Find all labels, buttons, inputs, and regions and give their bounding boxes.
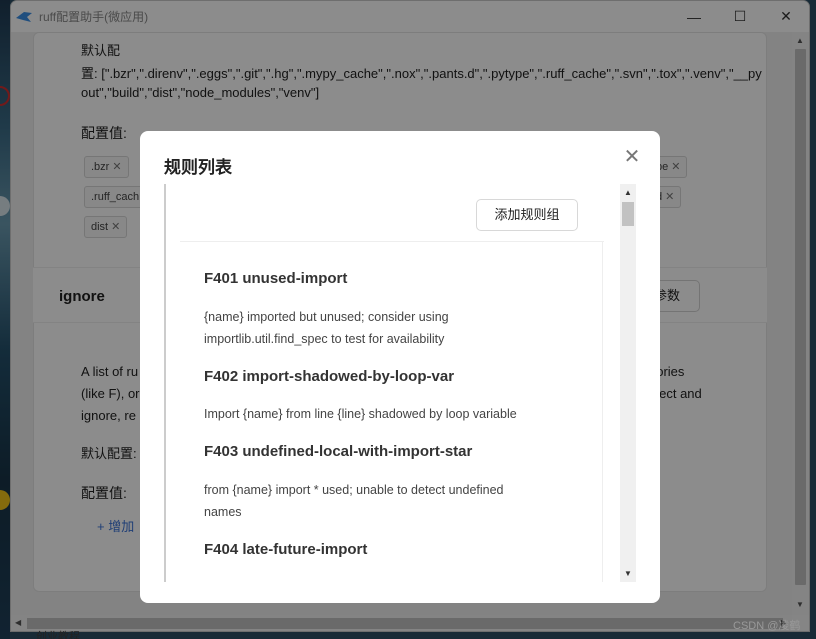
rule-title: F404 late-future-import [204,541,368,558]
watermark: CSDN @凌鹤 [733,620,801,632]
rule-description: names [204,505,242,519]
rule-description: importlib.util.find_spec to test for ava… [204,332,445,346]
close-icon[interactable]: ✕ [622,147,642,167]
scroll-up-icon[interactable]: ▲ [624,188,632,197]
rules-list: 添加规则组 F401 unused-import {name} imported… [180,184,604,582]
modal-body: 添加规则组 F401 unused-import {name} imported… [164,184,636,582]
modal-title: 规则列表 [164,158,232,177]
rule-title: F403 undefined-local-with-import-star [204,443,473,460]
rule-description: {name} imported but unused; consider usi… [204,310,449,324]
scroll-down-icon[interactable]: ▼ [624,569,632,578]
scrollbar-thumb[interactable] [622,202,634,226]
rule-description: from {name} import * used; unable to det… [204,483,504,497]
taskbar-label[interactable]: 创业教程 [36,628,80,639]
rule-title: F402 import-shadowed-by-loop-var [204,368,455,385]
rules-modal: 规则列表 ✕ 添加规则组 F401 unused-import {name} i… [140,131,660,603]
divider [602,242,603,582]
rule-title: F401 unused-import [204,270,348,287]
toolbar: 添加规则组 [180,184,604,242]
rule-description: Import {name} from line {line} shadowed … [204,407,517,421]
add-rule-group-button[interactable]: 添加规则组 [476,199,578,231]
modal-scrollbar[interactable]: ▲ ▼ [620,184,636,582]
divider [164,184,166,582]
